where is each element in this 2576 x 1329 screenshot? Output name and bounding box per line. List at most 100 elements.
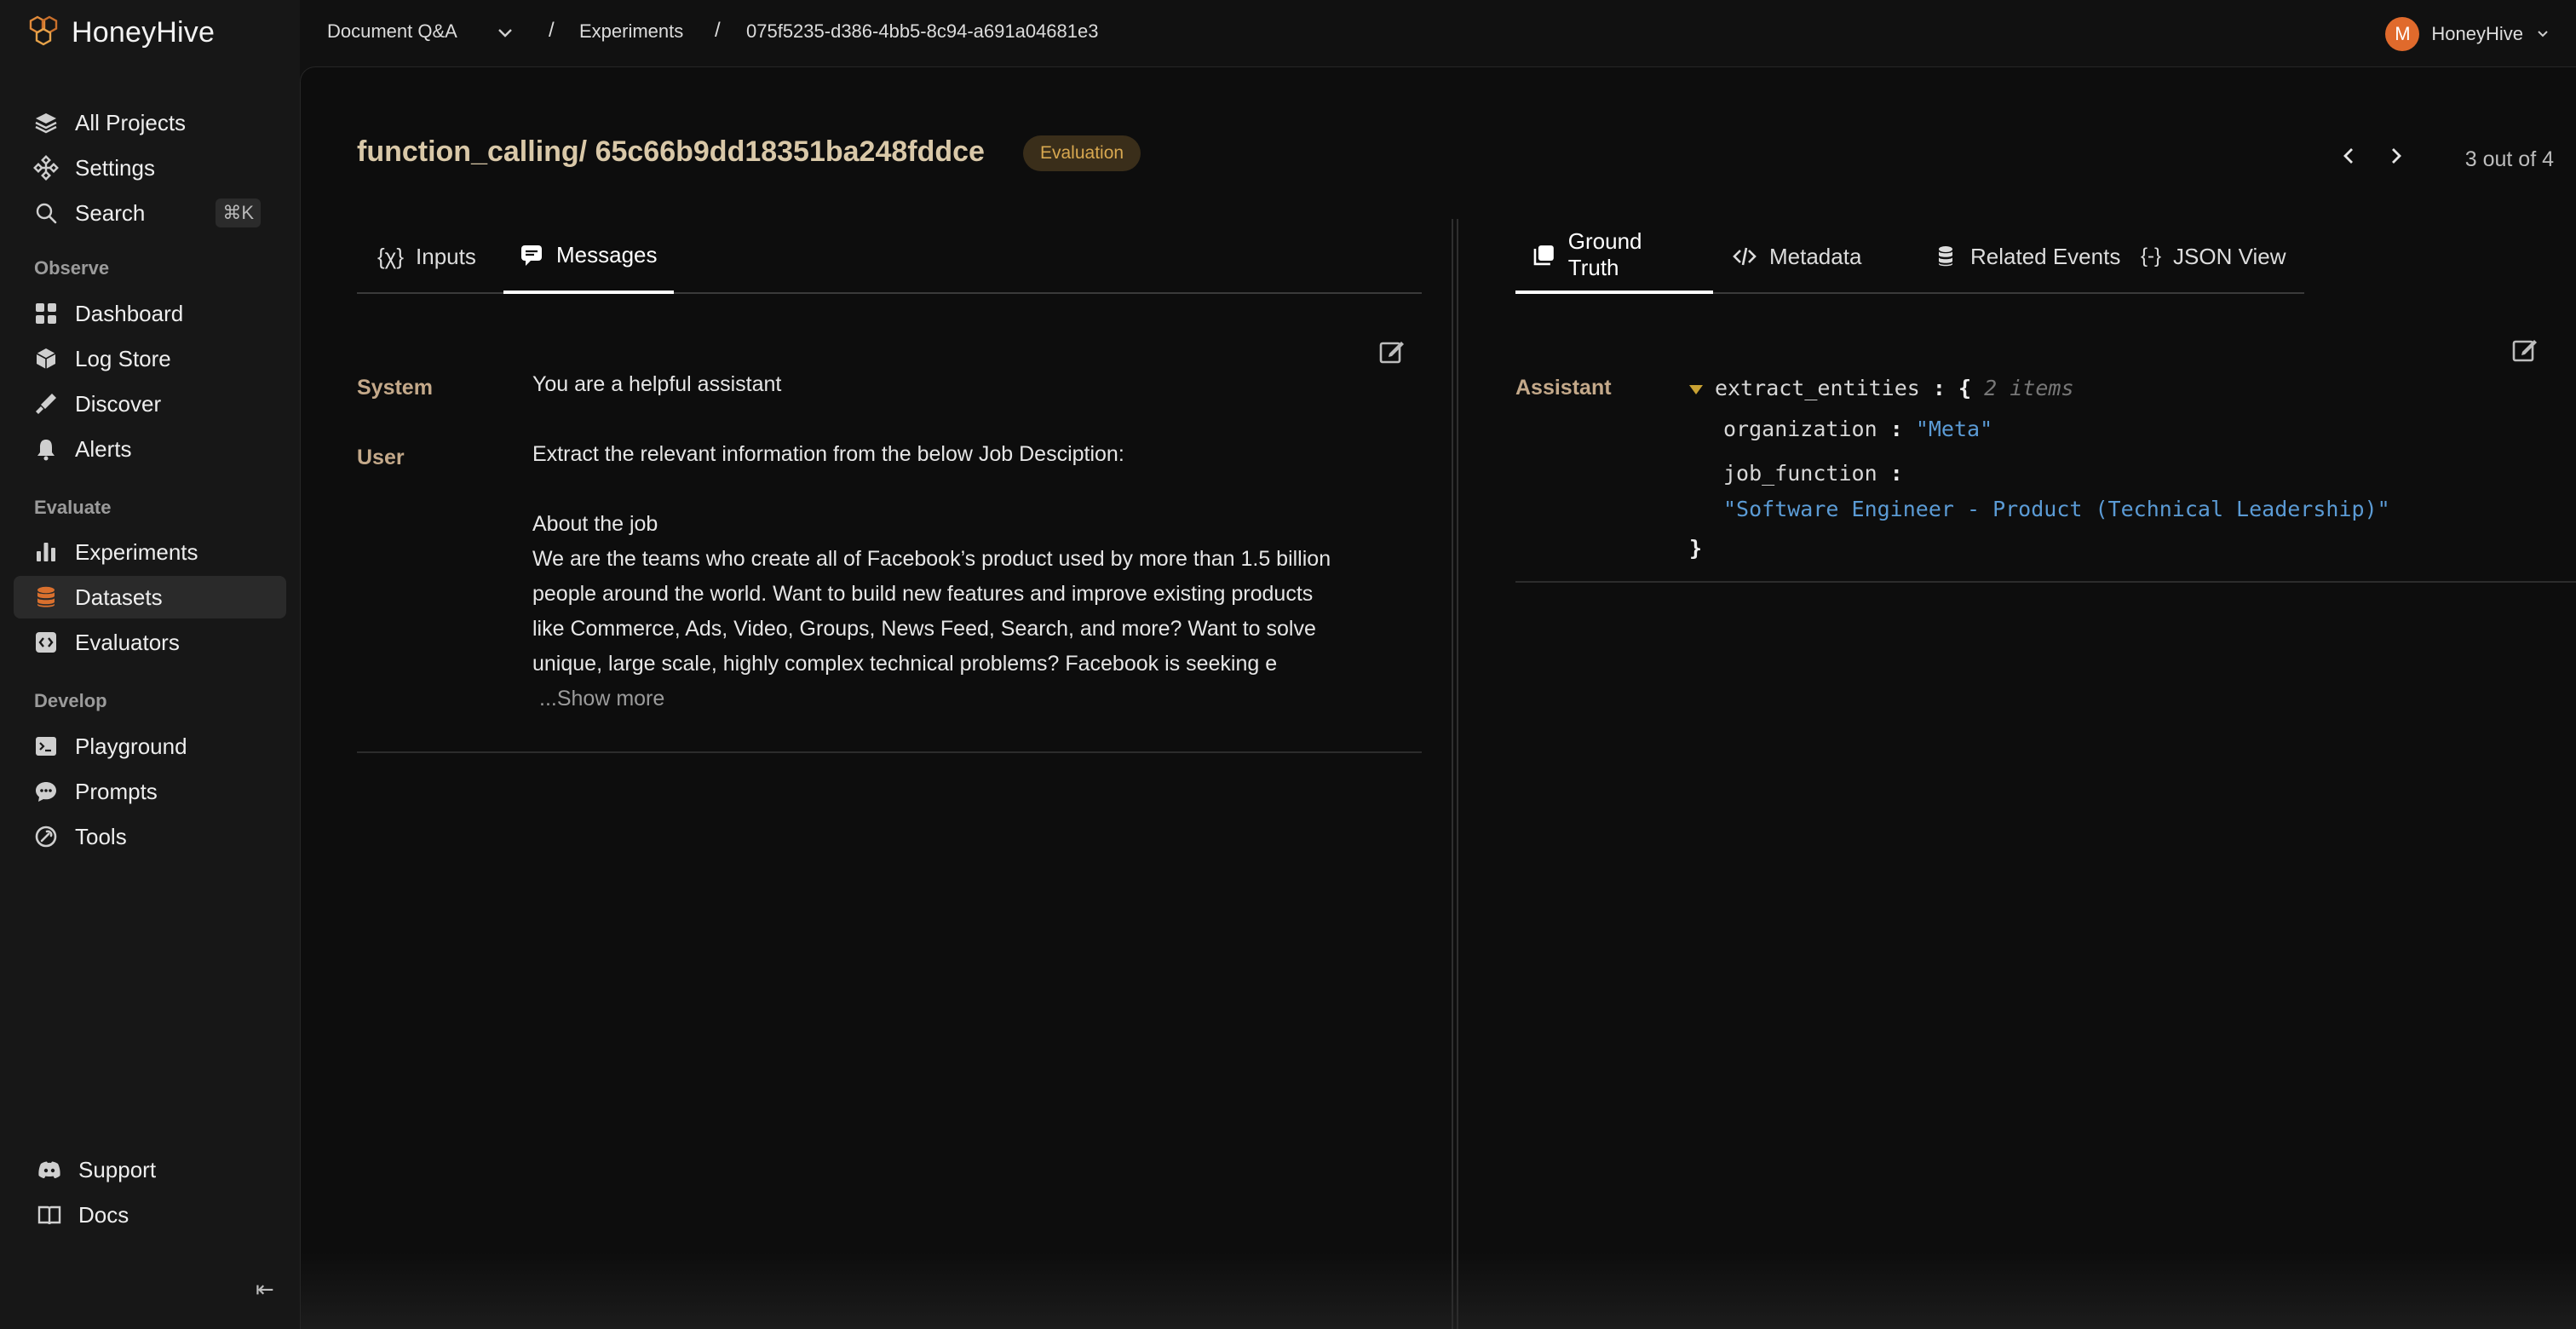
tab-messages[interactable]: Messages (503, 219, 674, 294)
right-tab-bar: Ground Truth Metadata Related Events {-}… (1515, 219, 2304, 294)
braces-icon: {-} (2141, 245, 2162, 268)
message-role-user: User (357, 446, 405, 469)
tab-inputs[interactable]: {χ} Inputs (362, 219, 492, 294)
json-colon: : (1932, 376, 1946, 400)
json-field-row: job_function : (1723, 461, 1903, 486)
honeycomb-logo-icon (29, 15, 58, 46)
nav-experiments[interactable]: Experiments (14, 531, 286, 573)
nav-label: Datasets (75, 584, 163, 610)
discord-icon (36, 1156, 63, 1183)
tab-label: JSON View (2173, 243, 2286, 269)
json-open-brace: { (1958, 376, 1972, 400)
bottom-fade (301, 1252, 2576, 1329)
nav-playground[interactable]: Playground (14, 725, 286, 768)
tab-metadata[interactable]: Metadata (1716, 219, 1877, 294)
pager-count: 3 out of 4 (2464, 147, 2554, 171)
app-window: HoneyHive All Projects Settings Search ⌘… (0, 0, 2576, 1329)
tab-related-events[interactable]: Related Events (1918, 219, 2136, 294)
section-develop: Develop (34, 690, 107, 711)
json-colon: : (1889, 417, 1903, 441)
json-colon: : (1889, 461, 1903, 486)
variable-icon: {χ} (377, 243, 405, 269)
app-logo[interactable]: HoneyHive (26, 12, 215, 53)
tab-label: Ground Truth (1567, 228, 1642, 280)
left-tab-bar: {χ} Inputs Messages (357, 219, 1422, 294)
nav-label: Settings (75, 154, 155, 181)
nav-all-projects[interactable]: All Projects (14, 101, 286, 144)
json-key: extract_entities (1715, 376, 1920, 400)
database-icon (32, 584, 60, 611)
nav-alerts[interactable]: Alerts (14, 428, 286, 470)
json-key: job_function (1723, 461, 1877, 486)
divider (357, 751, 1422, 753)
section-observe: Observe (34, 257, 110, 279)
dashboard-icon (32, 300, 60, 327)
search-icon (32, 199, 60, 227)
nav-label: Discover (75, 390, 162, 417)
chevron-down-icon[interactable] (494, 22, 516, 44)
bell-icon (32, 435, 60, 463)
json-field-row: organization : "Meta" (1723, 417, 1992, 441)
database-icon (1939, 246, 1952, 267)
panel-splitter[interactable] (1452, 219, 1458, 1329)
top-bar: Document Q&A / Experiments / 075f5235-d3… (300, 0, 2576, 66)
message-line: About the job (532, 512, 658, 536)
tab-label: Inputs (416, 243, 476, 269)
breadcrumb-run-id: 075f5235-d386-4bb5-8c94-a691a04681e3 (746, 20, 1099, 42)
nav-tools[interactable]: Tools (14, 815, 286, 858)
nav-dashboard[interactable]: Dashboard (14, 292, 286, 335)
collapse-triangle-icon[interactable] (1689, 384, 1703, 394)
nav-datasets[interactable]: Datasets (14, 576, 286, 618)
message-line (532, 472, 1384, 507)
ground-truth-role: Assistant (1515, 376, 1612, 400)
nav-settings[interactable]: Settings (14, 147, 286, 189)
tab-json-view[interactable]: {-} JSON View (2125, 219, 2301, 294)
tab-ground-truth[interactable]: Ground Truth (1515, 219, 1713, 294)
json-close-brace: } (1689, 536, 1703, 561)
show-more-link[interactable]: ...Show more (539, 687, 664, 711)
nav-label: Playground (75, 733, 187, 759)
json-key: organization (1723, 417, 1877, 441)
collapse-sidebar-icon[interactable]: ⇤ (256, 1276, 274, 1303)
nav-docs[interactable]: Docs (17, 1194, 290, 1236)
nav-evaluators[interactable]: Evaluators (14, 621, 286, 664)
nav-label: Search (75, 199, 146, 226)
chevron-down-icon (2538, 31, 2548, 37)
message-line: unique, large scale, highly complex tech… (532, 652, 1278, 676)
section-evaluate: Evaluate (34, 497, 112, 518)
nav-support[interactable]: Support (17, 1148, 290, 1191)
message-line: We are the teams who create all of Faceb… (532, 547, 1331, 571)
nav-log-store[interactable]: Log Store (14, 337, 286, 380)
next-icon[interactable] (2384, 144, 2408, 168)
json-value: "Meta" (1915, 417, 1993, 441)
nav-label: All Projects (75, 109, 187, 135)
json-close-line: } (1689, 536, 1702, 561)
code-icon (1733, 247, 1757, 266)
breadcrumb-separator: / (715, 19, 721, 42)
nav-label: Tools (75, 823, 127, 849)
edit-icon[interactable] (1377, 337, 1406, 365)
json-field-value-row: "Software Engineer - Product (Technical … (1723, 497, 2390, 521)
breadcrumb-experiments[interactable]: Experiments (579, 20, 683, 43)
edit-icon[interactable] (2510, 335, 2539, 364)
nav-search[interactable]: Search ⌘K (14, 192, 286, 234)
page-title: function_calling/ 65c66b9dd18351ba248fdd… (357, 135, 985, 168)
message-line: Extract the relevant information from th… (532, 442, 1124, 466)
book-icon (36, 1201, 63, 1228)
main-panel: function_calling/ 65c66b9dd18351ba248fdd… (300, 66, 2576, 1329)
sidebar: HoneyHive All Projects Settings Search ⌘… (0, 0, 300, 1329)
settings-icon (32, 154, 60, 181)
breadcrumb-project[interactable]: Document Q&A (327, 20, 457, 43)
previous-icon[interactable] (2337, 144, 2360, 168)
nav-prompts[interactable]: Prompts (14, 770, 286, 813)
layers-icon (32, 109, 60, 136)
json-root-line: extract_entities : { 2 items (1689, 376, 2074, 400)
nav-label: Alerts (75, 435, 132, 462)
nav-discover[interactable]: Discover (14, 383, 286, 425)
nav-label: Support (78, 1156, 157, 1182)
status-badge: Evaluation (1023, 135, 1141, 171)
user-menu[interactable]: M HoneyHive (2385, 17, 2550, 51)
wrench-icon (32, 823, 60, 850)
log-store-icon (32, 345, 60, 372)
bar-chart-icon (32, 538, 60, 566)
